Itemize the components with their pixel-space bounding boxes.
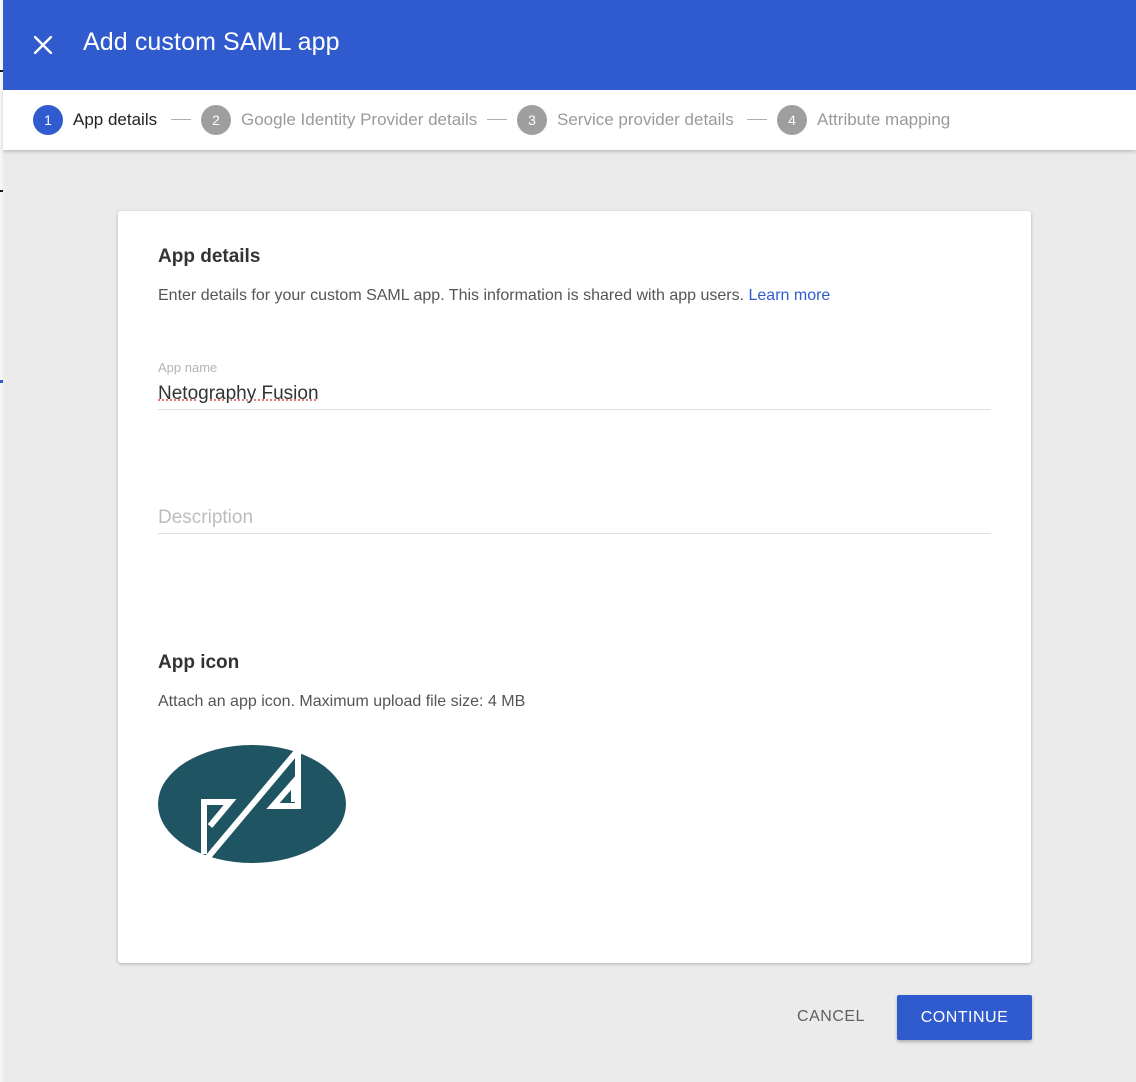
step-label: Attribute mapping bbox=[817, 110, 951, 129]
step-number: 2 bbox=[201, 105, 231, 135]
step-label: Google Identity Provider details bbox=[241, 110, 477, 129]
dialog-frame: Add custom SAML app 1 App details 2 Goog… bbox=[3, 0, 1136, 1082]
step-separator bbox=[747, 119, 767, 120]
close-icon bbox=[34, 36, 52, 54]
step-idp-details[interactable]: 2 Google Identity Provider details bbox=[201, 105, 477, 135]
step-number: 3 bbox=[517, 105, 547, 135]
cancel-button[interactable]: CANCEL bbox=[783, 997, 879, 1037]
description-input[interactable]: Description bbox=[158, 507, 991, 533]
step-label: Service provider details bbox=[557, 110, 734, 129]
description-text: Enter details for your custom SAML app. … bbox=[158, 287, 745, 304]
step-app-details[interactable]: 1 App details bbox=[33, 105, 157, 135]
description-field[interactable]: Description bbox=[158, 507, 991, 534]
stepper: 1 App details 2 Google Identity Provider… bbox=[3, 90, 1136, 150]
learn-more-link[interactable]: Learn more bbox=[749, 287, 831, 304]
app-icon-description: Attach an app icon. Maximum upload file … bbox=[158, 693, 526, 710]
app-details-heading: App details bbox=[158, 246, 261, 267]
app-name-label: App name bbox=[158, 360, 218, 375]
step-number: 4 bbox=[777, 105, 807, 135]
app-name-value: Netography Fusion bbox=[158, 383, 319, 404]
step-separator bbox=[487, 119, 507, 120]
app-name-input[interactable]: Netography Fusion bbox=[158, 383, 991, 409]
continue-button[interactable]: CONTINUE bbox=[897, 995, 1032, 1040]
app-icon-upload[interactable] bbox=[158, 741, 348, 864]
app-icon-heading: App icon bbox=[158, 652, 240, 673]
close-button[interactable] bbox=[27, 27, 59, 63]
step-attribute-mapping[interactable]: 4 Attribute mapping bbox=[777, 105, 950, 135]
step-label: App details bbox=[73, 110, 158, 129]
page-title: Add custom SAML app bbox=[83, 28, 340, 56]
step-separator bbox=[171, 119, 191, 120]
step-number: 1 bbox=[33, 105, 63, 135]
dialog-header: Add custom SAML app bbox=[3, 0, 1136, 90]
app-details-card: App details Enter details for your custo… bbox=[118, 211, 1031, 963]
app-details-description: Enter details for your custom SAML app. … bbox=[158, 287, 830, 305]
app-logo-icon bbox=[158, 741, 346, 864]
step-sp-details[interactable]: 3 Service provider details bbox=[517, 105, 734, 135]
app-name-field[interactable]: App name Netography Fusion bbox=[158, 360, 991, 410]
